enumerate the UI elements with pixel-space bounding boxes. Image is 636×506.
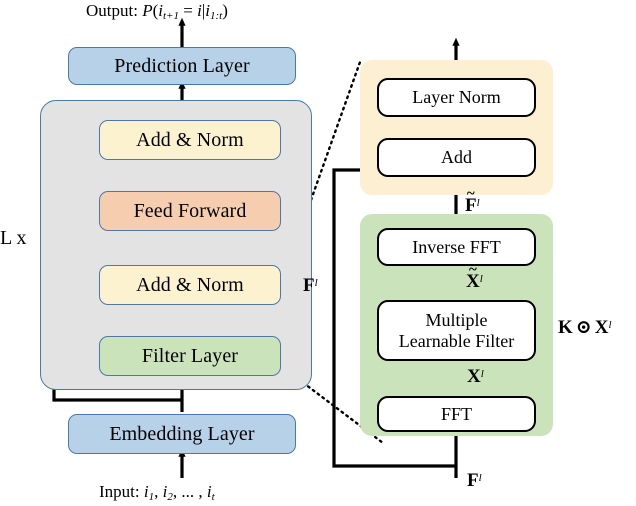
signal-label-x-l: Xl xyxy=(467,367,484,386)
input-prefix: Input: xyxy=(99,482,144,501)
block-prediction-layer-label: Prediction Layer xyxy=(114,54,250,77)
repeat-count-text: L x xyxy=(0,227,27,249)
signal-label-k-hadamard-x: K ⊙ Xl xyxy=(558,318,612,337)
signal-x-l-sup: l xyxy=(480,368,484,381)
block-inverse-fft[interactable]: Inverse FFT xyxy=(377,228,536,266)
signal-label-x-tilde-l: ~ X l xyxy=(466,262,483,292)
block-fft-label: FFT xyxy=(440,403,473,424)
block-fft[interactable]: FFT xyxy=(377,396,536,432)
block-feed-forward[interactable]: Feed Forward xyxy=(99,191,281,231)
diagram-canvas: Output: P(it+1 = i|i1:t) Prediction Laye… xyxy=(0,0,636,506)
block-add-label: Add xyxy=(441,147,472,168)
output-label: Output: P(it+1 = i|i1:t) xyxy=(86,2,228,22)
block-prediction-layer[interactable]: Prediction Layer xyxy=(68,47,296,85)
signal-f-l-side-sup: l xyxy=(314,277,318,290)
block-inverse-fft-label: Inverse FFT xyxy=(412,236,501,257)
block-add-norm-top[interactable]: Add & Norm xyxy=(99,120,281,160)
signal-f-tilde-sup: l xyxy=(476,197,480,210)
output-paren-close: ) xyxy=(222,1,228,20)
block-feed-forward-label: Feed Forward xyxy=(133,199,247,222)
output-equals: = xyxy=(178,1,198,20)
block-add-norm-top-label: Add & Norm xyxy=(136,128,244,151)
signal-label-f-l-input: Fl xyxy=(467,471,482,490)
block-filter-layer[interactable]: Filter Layer xyxy=(99,336,281,376)
input-sep-2: , ... , xyxy=(172,482,207,501)
output-subscript-1: t+1 xyxy=(163,10,179,23)
output-subscript-3: 1:t xyxy=(209,10,223,23)
block-add[interactable]: Add xyxy=(377,138,536,177)
signal-f-l-in-sup: l xyxy=(478,472,482,485)
signal-f-l-in-base: F xyxy=(467,470,479,491)
signal-x-sup: l xyxy=(608,319,612,332)
repeat-count-label: L x xyxy=(0,228,26,248)
signal-f-l-side-base: F xyxy=(303,275,315,296)
output-prob-symbol: P xyxy=(142,1,153,20)
input-label: Input: i1, i2, ... , it xyxy=(99,483,215,503)
block-layer-norm-label: Layer Norm xyxy=(412,87,501,108)
signal-label-f-tilde-l: ~ F l xyxy=(465,186,480,216)
signal-x-tilde-sup: l xyxy=(479,273,483,286)
block-multiple-learnable-filter[interactable]: Multiple Learnable Filter xyxy=(377,300,536,361)
block-add-norm-bottom[interactable]: Add & Norm xyxy=(99,265,281,305)
output-prefix: Output: xyxy=(86,1,143,20)
block-layer-norm[interactable]: Layer Norm xyxy=(377,78,536,117)
signal-x-l-base: X xyxy=(467,366,481,387)
input-sep-1: , xyxy=(154,482,163,501)
block-add-norm-bottom-label: Add & Norm xyxy=(136,273,244,296)
block-embedding-layer[interactable]: Embedding Layer xyxy=(68,414,296,454)
signal-x-symbol: X xyxy=(594,317,609,338)
block-multiple-learnable-filter-label-line2: Learnable Filter xyxy=(398,330,515,351)
block-embedding-layer-label: Embedding Layer xyxy=(109,422,255,445)
signal-label-f-l-side: Fl xyxy=(303,276,318,295)
block-multiple-learnable-filter-label-line1: Multiple xyxy=(425,310,488,331)
block-filter-layer-label: Filter Layer xyxy=(141,344,239,367)
hadamard-product-icon: ⊙ xyxy=(575,317,592,338)
input-subscript-3: t xyxy=(211,491,215,504)
signal-k-symbol: K xyxy=(558,317,573,338)
